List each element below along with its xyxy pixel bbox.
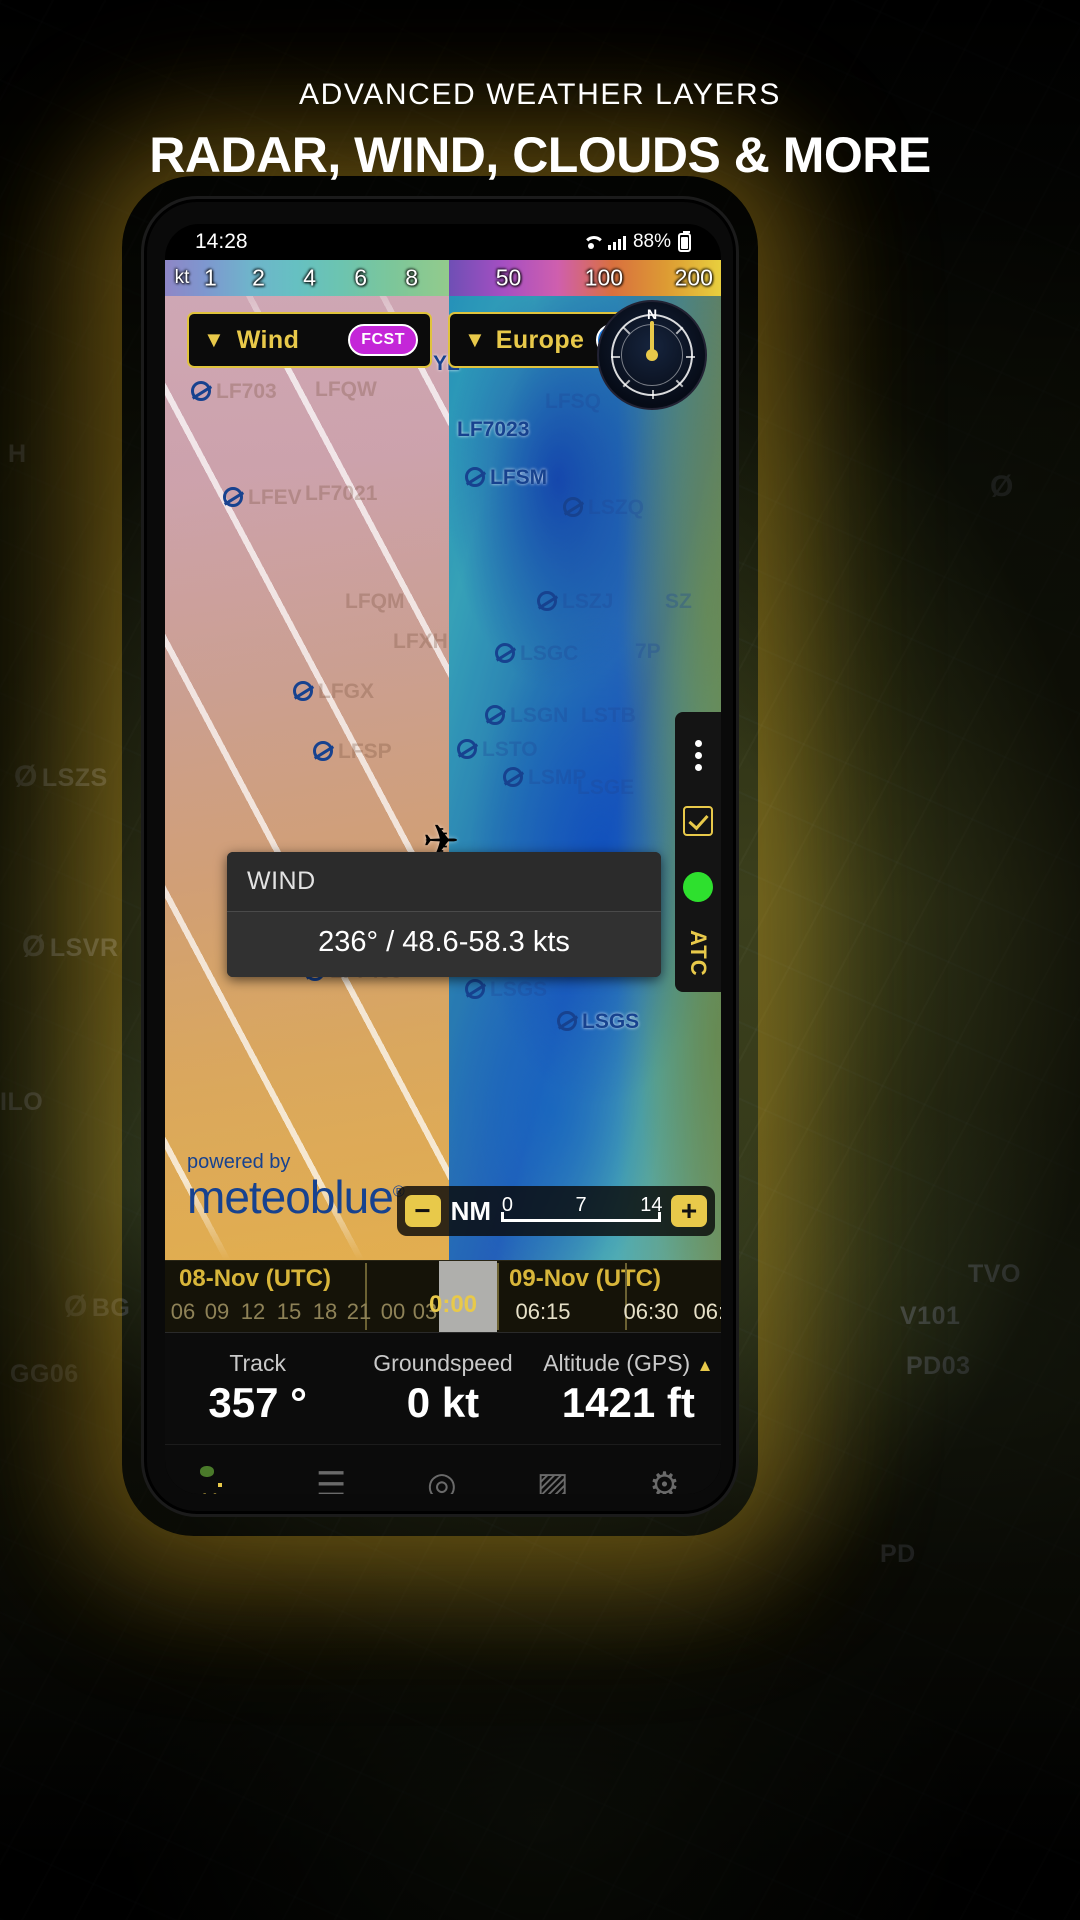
compass-hub [646,349,658,361]
checklist-button[interactable] [675,788,721,854]
wind-overlay-layer [165,260,449,1260]
status-bar: 14:28 88% [165,224,721,260]
compass-north-label: N [646,306,658,322]
scale-tick-7: 7 [575,1194,587,1216]
wifi-icon [581,234,601,250]
legend-tick-4: 4 [303,264,316,291]
readout-value: 0 kt [406,1379,480,1426]
compass-tick [652,390,654,399]
phone-screen: 14:28 88% LF703 LFQW LF7023 LFSM LFEV LF… [165,224,721,1494]
timeline-hour: 15 [276,1299,302,1324]
cellular-signal-icon [607,235,626,250]
nav-tab-hsi[interactable]: ◎ HSI [387,1468,498,1495]
timeline-separator [497,1263,499,1330]
nav-tab-route[interactable]: ☰ Route [276,1468,387,1495]
timeline-hour: 00 [380,1299,406,1324]
readout-label: Altitude (GPS) [543,1350,691,1376]
layer-selector-wind[interactable]: ▼ Wind FCST [187,312,432,368]
meteoblue-brand: meteoblue [187,1171,394,1223]
phone-device-frame: 14:28 88% LF703 LFQW LF7023 LFSM LFEV LF… [141,196,739,1517]
scale-rule-line [501,1212,661,1222]
trend-up-icon: ▲ [696,1356,714,1375]
checkbox-checked-icon [683,806,713,836]
layer-wind-label: Wind [236,325,300,354]
layer-region-label: Europe [495,325,585,354]
weather-scale-legend: kt 1 2 4 6 8 50 100 200 [165,260,721,296]
headline-subtitle: ADVANCED WEATHER LAYERS [299,78,781,111]
scale-unit-label: NM [450,1195,491,1226]
timeline-hour: 21 [346,1299,372,1324]
green-dot-icon [683,872,713,902]
battery-percent-label: 88% [632,231,671,252]
compass-rose[interactable]: N [597,300,707,410]
headline-title: RADAR, WIND, CLOUDS & MORE [149,127,931,183]
nav-tab-configuration[interactable]: ⚙ Configuration [608,1468,721,1495]
timeline-fine-hour: 06:45 [693,1299,721,1324]
terrain-3d-icon: ▨ [536,1465,569,1495]
headline-block: ADVANCED WEATHER LAYERS RADAR, WIND, CLO… [0,78,1080,184]
zoom-out-button[interactable]: − [404,1195,441,1227]
readout-altitude: Altitude (GPS) ▲ 1421 ft [536,1333,721,1444]
tooltip-value: 236° / 48.6-58.3 kts [227,911,661,977]
compass-tick [611,356,620,358]
legend-tick-6: 6 [354,264,368,291]
compass-tick [686,356,695,358]
timeline-hour: 09 [204,1299,230,1324]
timeline-date-day1: 08-Nov (UTC) [179,1265,332,1292]
scale-ruler: 0 7 14 [501,1194,663,1228]
chevron-down-icon: ▼ [203,327,225,352]
legend-tick-200: 200 [674,264,713,291]
legend-unit: kt [174,267,190,288]
legend-tick-2: 2 [252,264,265,291]
legend-tick-50: 50 [495,264,522,291]
readout-value: 1421 ft [561,1379,695,1426]
tooltip-title: WIND [227,852,661,911]
map-scale-control: − NM 0 7 14 + [396,1186,715,1236]
timeline-fine-hour: 06:15 [515,1299,571,1324]
timeline-hour: 06 [170,1299,196,1324]
timeline-fine-hour: 06:30 [623,1299,679,1324]
app-bottom-navigation: Map ☰ Route ◎ HSI ▨ 3D ⚙ Configuration [165,1444,721,1494]
readout-value: 357 ° [208,1379,307,1426]
battery-icon [678,230,691,252]
legend-high-range: 50 100 200 [448,260,721,296]
readout-groundspeed: Groundspeed 0 kt [350,1333,535,1444]
status-indicator-button[interactable] [675,854,721,920]
compass-hsi-icon: ◎ [427,1465,457,1495]
status-bar-clock: 14:28 [195,230,248,253]
legend-tick-8: 8 [405,264,419,291]
list-icon: ☰ [315,1465,347,1495]
kebab-menu-icon [694,739,702,771]
chevron-down-icon: ▼ [464,327,486,352]
zoom-in-button[interactable]: + [671,1195,707,1227]
nav-tab-3d[interactable]: ▨ 3D [497,1468,608,1495]
forecast-badge: FCST [348,324,418,356]
map-canvas[interactable]: LF703 LFQW LF7023 LFSM LFEV LF7021 LFSQ … [165,260,721,1260]
timeline-hour: 12 [240,1299,266,1324]
atc-label: ATC [686,929,711,977]
readout-track: Track 357 ° [165,1333,350,1444]
atc-button[interactable]: ATC [675,920,721,986]
gear-icon: ⚙ [649,1465,680,1495]
readout-label: Groundspeed [373,1350,513,1376]
timeline-date-day2: 09-Nov (UTC) [509,1265,662,1292]
legend-tick-100: 100 [584,264,624,291]
map-tool-rail: ATC [675,712,721,992]
forecast-timeline[interactable]: 08-Nov (UTC) 09-Nov (UTC) 06 09 12 15 18… [165,1260,721,1332]
timeline-hour: 18 [312,1299,338,1324]
legend-tick-1: 1 [203,264,217,291]
timeline-current-time: 0:00 [428,1291,478,1318]
overflow-menu-button[interactable] [675,722,721,788]
nav-tab-map[interactable]: Map [165,1485,276,1495]
flight-data-readouts: Track 357 ° Groundspeed 0 kt Altitude (G… [165,1332,721,1444]
readout-label: Track [229,1350,286,1376]
legend-low-range: kt 1 2 4 6 8 [165,260,449,296]
wind-info-tooltip[interactable]: WIND 236° / 48.6-58.3 kts [227,852,661,977]
meteoblue-attribution: powered by meteoblue® [187,1151,405,1223]
